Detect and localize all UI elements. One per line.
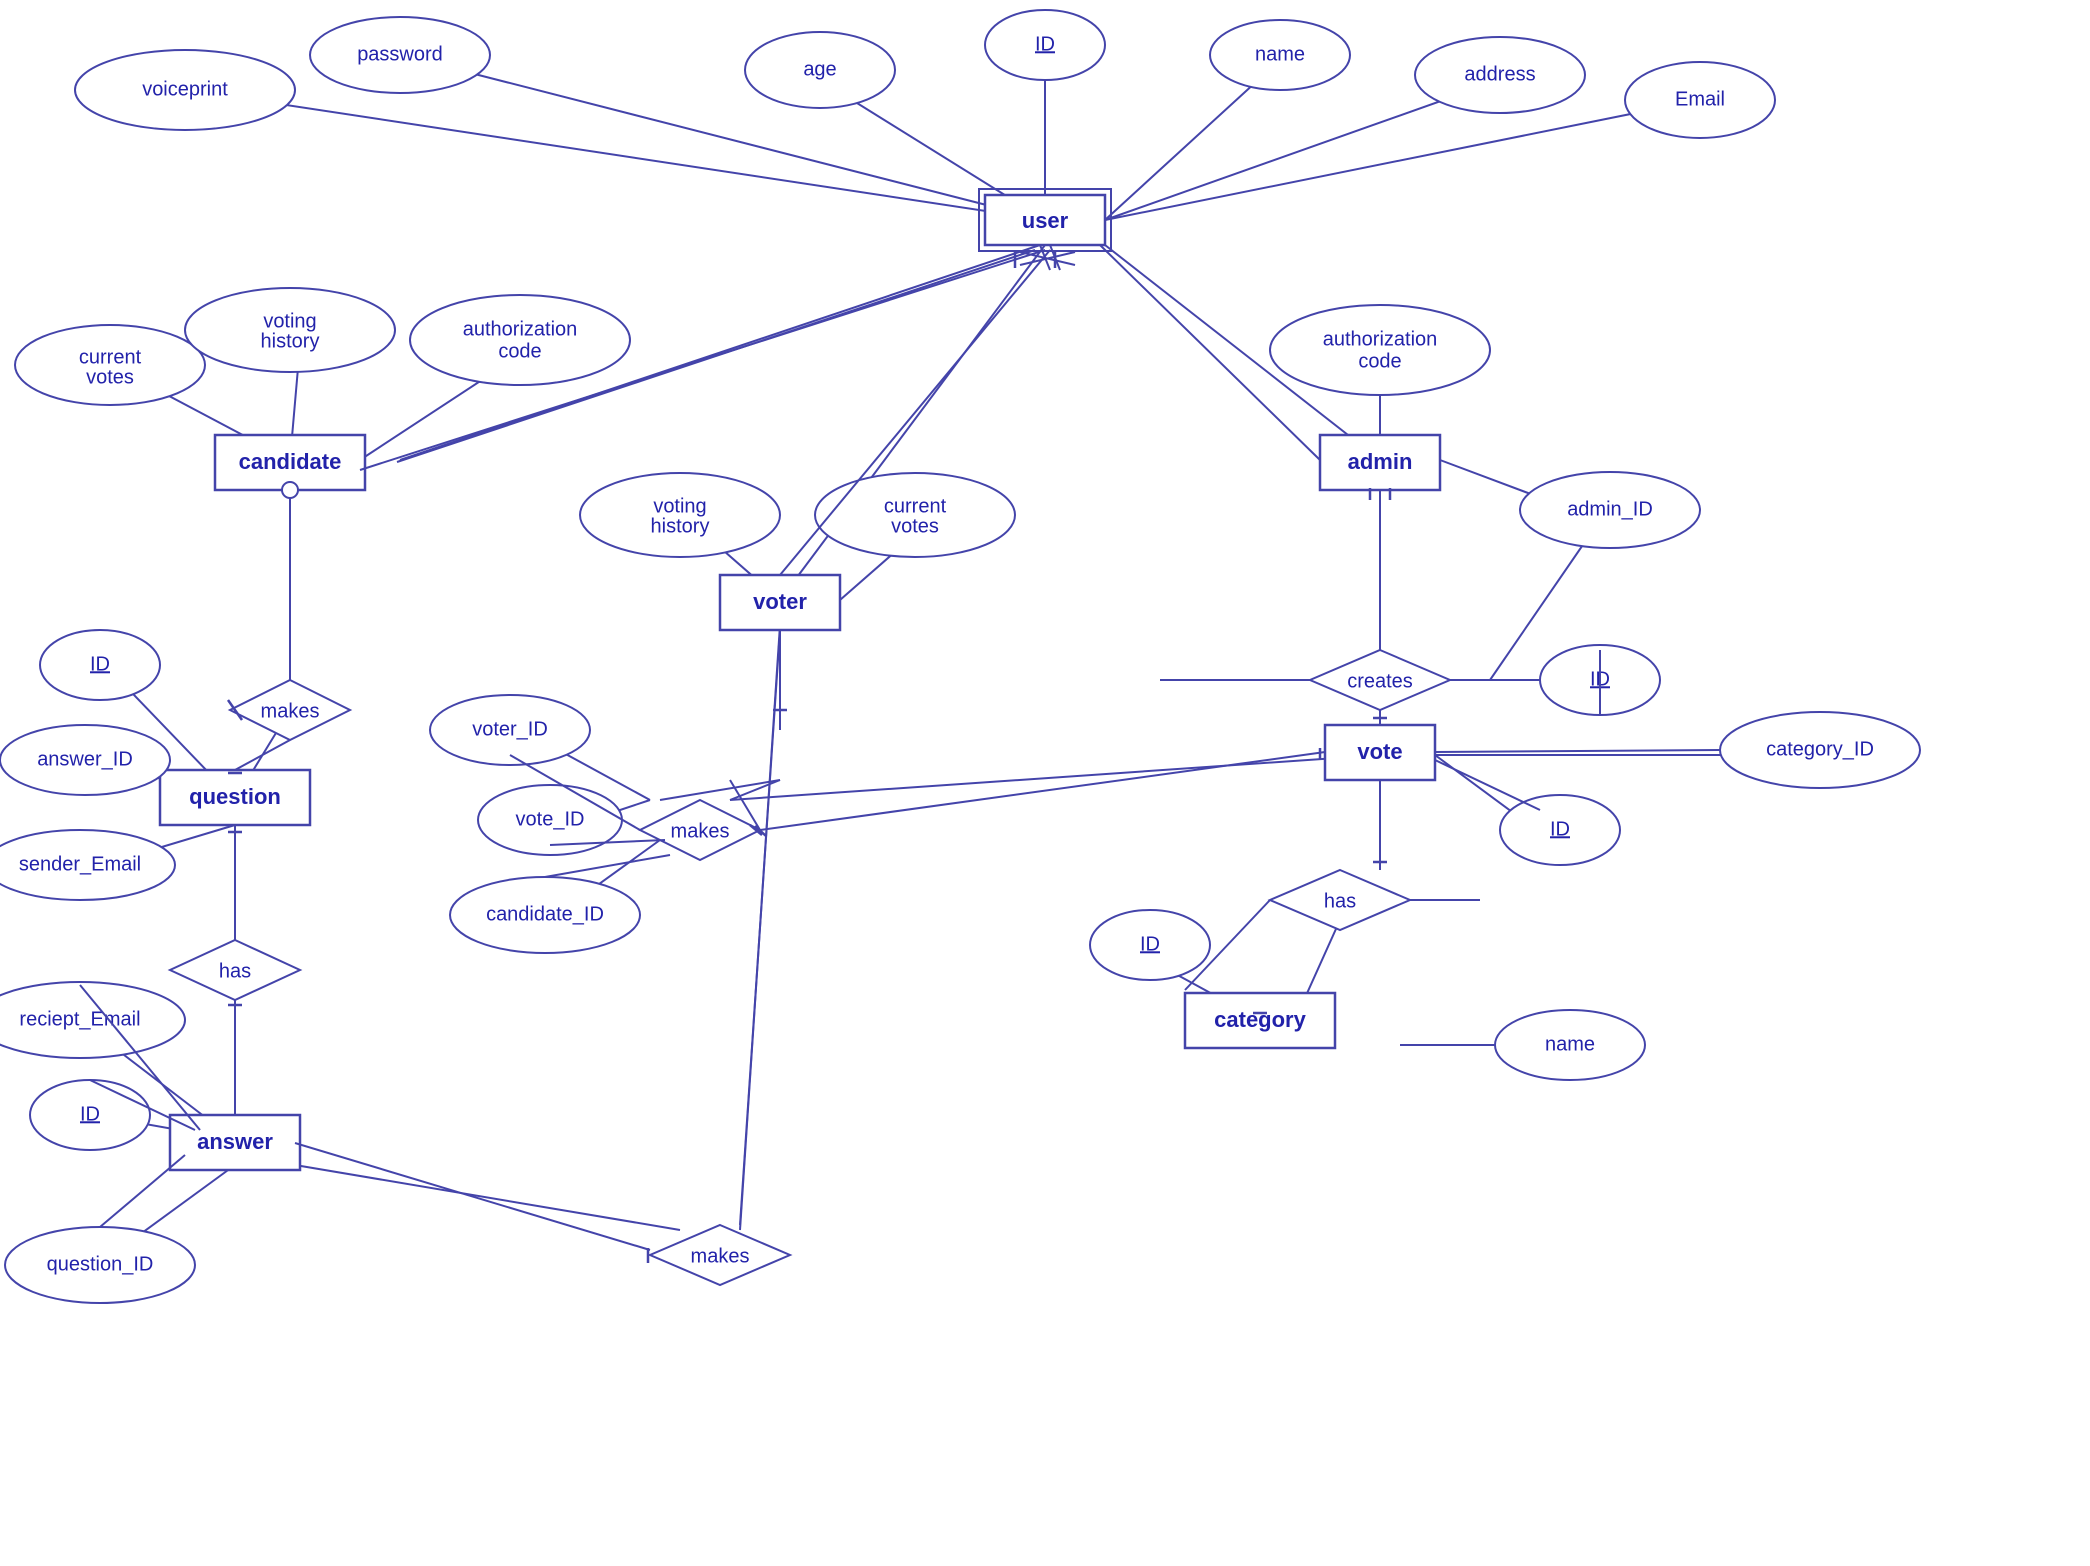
relation-vote-has-label: has xyxy=(1324,890,1356,912)
attr-candidate-voting-history-label2: history xyxy=(261,330,320,352)
attr-candidate-voting-history-label: voting xyxy=(263,310,316,332)
attr-sender-email-label: sender_Email xyxy=(19,853,141,875)
entity-admin-label: admin xyxy=(1348,449,1413,474)
er-diagram: user candidate voter admin vote question… xyxy=(0,0,2090,1566)
attr-candidate-id-label: candidate_ID xyxy=(486,903,604,925)
attr-voter-voting-history-label: voting xyxy=(653,495,706,517)
attr-password-label: password xyxy=(357,43,443,65)
attr-admin-auth-code-label: authorization xyxy=(1323,328,1438,350)
attr-question-id-label: ID xyxy=(90,653,110,675)
attr-age-label: age xyxy=(803,58,836,80)
attr-candidate-current-votes-label2: votes xyxy=(86,366,134,388)
attr-candidate-auth-code-label2: code xyxy=(498,340,541,362)
relation-question-has-label: has xyxy=(219,960,251,982)
attr-category-id-label: ID xyxy=(1140,933,1160,955)
entity-candidate-label: candidate xyxy=(239,449,342,474)
attr-address-label: address xyxy=(1464,63,1535,85)
attr-candidate-current-votes-label: current xyxy=(79,346,142,368)
attr-answer-id-q-label: answer_ID xyxy=(37,748,133,770)
attr-voter-current-votes-label: current xyxy=(884,495,947,517)
relation-candidate-makes-label: makes xyxy=(261,700,320,722)
attr-answer-id-label: ID xyxy=(80,1103,100,1125)
attr-admin-auth-code-label2: code xyxy=(1358,350,1401,372)
attr-vote-id-label: ID xyxy=(1550,818,1570,840)
entity-vote-label: vote xyxy=(1357,739,1402,764)
attr-category-name-label: name xyxy=(1545,1033,1595,1055)
entity-answer-label: answer xyxy=(197,1129,273,1154)
relation-admin-creates-label: creates xyxy=(1347,670,1413,692)
attr-vote-id-makes-label: vote_ID xyxy=(516,808,585,830)
relation-answer-makes-label: makes xyxy=(691,1245,750,1267)
entity-category-label: category xyxy=(1214,1007,1306,1032)
attr-voter-voting-history-label2: history xyxy=(651,515,710,537)
participation-mark-circle xyxy=(282,482,298,498)
attr-question-id-a-label: question_ID xyxy=(47,1253,154,1275)
attr-candidate-auth-code-label: authorization xyxy=(463,318,578,340)
attr-voiceprint-label: voiceprint xyxy=(142,78,228,100)
entity-question-label: question xyxy=(189,784,281,809)
attr-user-id-label: ID xyxy=(1035,33,1055,55)
attr-email-label: Email xyxy=(1675,88,1725,110)
entity-voter-label: voter xyxy=(753,589,807,614)
attr-voter-current-votes-label2: votes xyxy=(891,515,939,537)
attr-admin-id-label: admin_ID xyxy=(1567,498,1653,520)
attr-voter-id-label: voter_ID xyxy=(472,718,548,740)
relation-voter-makes-label: makes xyxy=(671,820,730,842)
attr-name-label: name xyxy=(1255,43,1305,65)
attr-vote-category-id-label: category_ID xyxy=(1766,738,1874,760)
attr-reciept-email-label: reciept_Email xyxy=(19,1008,140,1030)
entity-user-label: user xyxy=(1022,208,1069,233)
